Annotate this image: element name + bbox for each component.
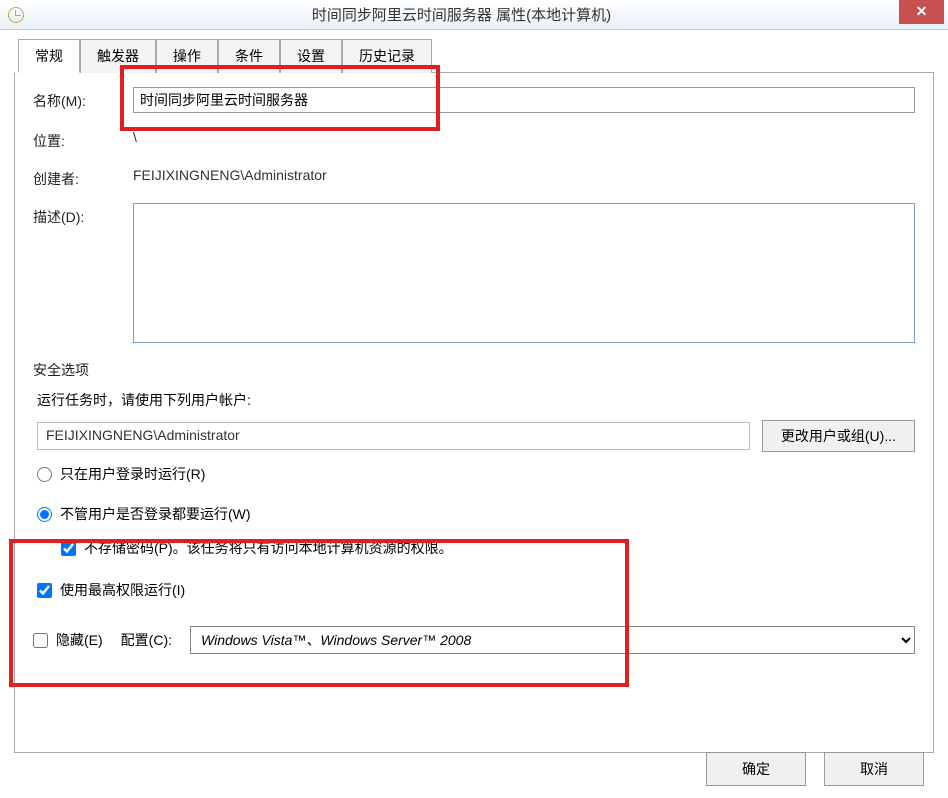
configure-combo[interactable]: Windows Vista™、Windows Server™ 2008: [190, 626, 915, 654]
close-icon: ✕: [916, 3, 928, 20]
configure-label: 配置(C):: [121, 630, 172, 650]
check-highest-row: 使用最高权限运行(I): [37, 580, 915, 600]
close-button[interactable]: ✕: [899, 0, 944, 24]
checkbox-no-password[interactable]: [61, 541, 76, 556]
clock-icon: [8, 7, 24, 23]
radio-logged-on-label: 只在用户登录时运行(R): [60, 464, 205, 484]
row-location: 位置: \: [33, 127, 915, 151]
radio-whether-label: 不管用户是否登录都要运行(W): [60, 504, 251, 524]
tab-panel-general: 名称(M): 位置: \ 创建者: FEIJIXINGNENG\Administ…: [14, 73, 934, 753]
tab-settings[interactable]: 设置: [280, 39, 342, 73]
name-input[interactable]: [133, 87, 915, 113]
checkbox-no-password-label: 不存储密码(P)。该任务将只有访问本地计算机资源的权限。: [84, 538, 453, 558]
change-user-button[interactable]: 更改用户或组(U)...: [762, 420, 915, 452]
titlebar: 时间同步阿里云时间服务器 属性(本地计算机) ✕: [0, 0, 948, 30]
desc-label: 描述(D):: [33, 203, 133, 227]
location-label: 位置:: [33, 127, 133, 151]
checkbox-hidden-label: 隐藏(E): [56, 630, 103, 650]
row-description: 描述(D):: [33, 203, 915, 346]
radio-logged-on-row: 只在用户登录时运行(R): [37, 464, 915, 484]
run-as-label: 运行任务时，请使用下列用户帐户:: [37, 390, 915, 410]
highlight-security-box: [9, 539, 629, 687]
window-title: 时间同步阿里云时间服务器 属性(本地计算机): [24, 4, 899, 25]
checkbox-highest-priv[interactable]: [37, 583, 52, 598]
name-label: 名称(M):: [33, 87, 133, 111]
checkbox-hidden[interactable]: [33, 633, 48, 648]
account-row: FEIJIXINGNENG\Administrator 更改用户或组(U)...: [37, 420, 915, 452]
radio-whether-row: 不管用户是否登录都要运行(W): [37, 504, 915, 524]
hidden-check-row: 隐藏(E): [33, 630, 103, 650]
bottom-row: 隐藏(E) 配置(C): Windows Vista™、Windows Serv…: [33, 626, 915, 654]
radio-whether-logged[interactable]: [37, 507, 52, 522]
location-value: \: [133, 127, 915, 145]
checkbox-highest-priv-label: 使用最高权限运行(I): [60, 580, 185, 600]
tab-actions[interactable]: 操作: [156, 39, 218, 73]
author-label: 创建者:: [33, 165, 133, 189]
cancel-button[interactable]: 取消: [824, 752, 924, 786]
check-nopass-row: 不存储密码(P)。该任务将只有访问本地计算机资源的权限。: [61, 538, 915, 558]
row-author: 创建者: FEIJIXINGNENG\Administrator: [33, 165, 915, 189]
tab-general[interactable]: 常规: [18, 39, 80, 73]
desc-textarea[interactable]: [133, 203, 915, 343]
content-area: 常规 触发器 操作 条件 设置 历史记录 名称(M): 位置: \ 创建者: F…: [0, 30, 948, 753]
row-name: 名称(M):: [33, 87, 915, 113]
account-display: FEIJIXINGNENG\Administrator: [37, 422, 750, 450]
security-section-label: 安全选项: [33, 360, 915, 380]
radio-logged-on[interactable]: [37, 467, 52, 482]
dialog-buttons: 确定 取消: [706, 752, 924, 786]
tab-triggers[interactable]: 触发器: [80, 39, 156, 73]
tab-history[interactable]: 历史记录: [342, 39, 432, 73]
tab-conditions[interactable]: 条件: [218, 39, 280, 73]
tab-strip: 常规 触发器 操作 条件 设置 历史记录: [18, 38, 934, 73]
ok-button[interactable]: 确定: [706, 752, 806, 786]
author-value: FEIJIXINGNENG\Administrator: [133, 165, 915, 183]
